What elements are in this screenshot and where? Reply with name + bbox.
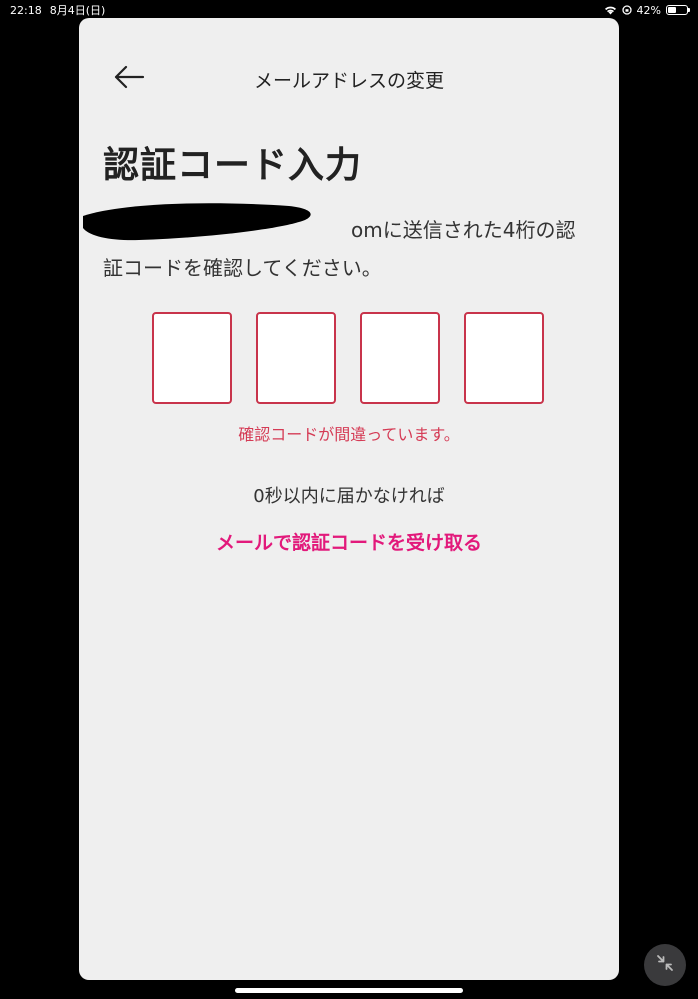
code-digit-4[interactable] <box>464 312 544 404</box>
status-time: 22:18 <box>10 3 42 17</box>
email-suffix: om <box>351 218 383 242</box>
code-digit-2[interactable] <box>256 312 336 404</box>
collapse-button[interactable] <box>644 944 686 986</box>
error-message: 確認コードが間違っています。 <box>238 425 460 444</box>
battery-icon <box>666 5 690 15</box>
battery-percent: 42% <box>636 3 661 17</box>
nav-title: メールアドレスの変更 <box>253 70 444 92</box>
collapse-icon <box>655 953 675 977</box>
wifi-icon <box>604 5 617 15</box>
code-digit-3[interactable] <box>360 312 440 404</box>
status-right: 42% <box>604 3 690 17</box>
home-indicator[interactable] <box>235 988 463 993</box>
status-bar: 22:18 8月4日(日) 42% <box>0 0 698 20</box>
status-date: 8月4日(日) <box>49 4 106 17</box>
resend-code-link[interactable]: メールで認証コードを受け取る <box>79 528 619 555</box>
redaction-mark <box>83 203 311 241</box>
page-title: 認証コード入力 <box>103 145 363 186</box>
code-input-row <box>152 312 544 404</box>
modal-sheet: メールアドレスの変更 認証コード入力 omに送信された4桁の認証コードを確認して… <box>79 18 619 980</box>
battery-level <box>668 7 676 13</box>
status-left: 22:18 8月4日(日) <box>10 2 105 18</box>
orientation-lock-icon <box>621 5 632 15</box>
resend-hint: 0秒以内に届かなければ <box>253 486 445 507</box>
code-digit-1[interactable] <box>152 312 232 404</box>
